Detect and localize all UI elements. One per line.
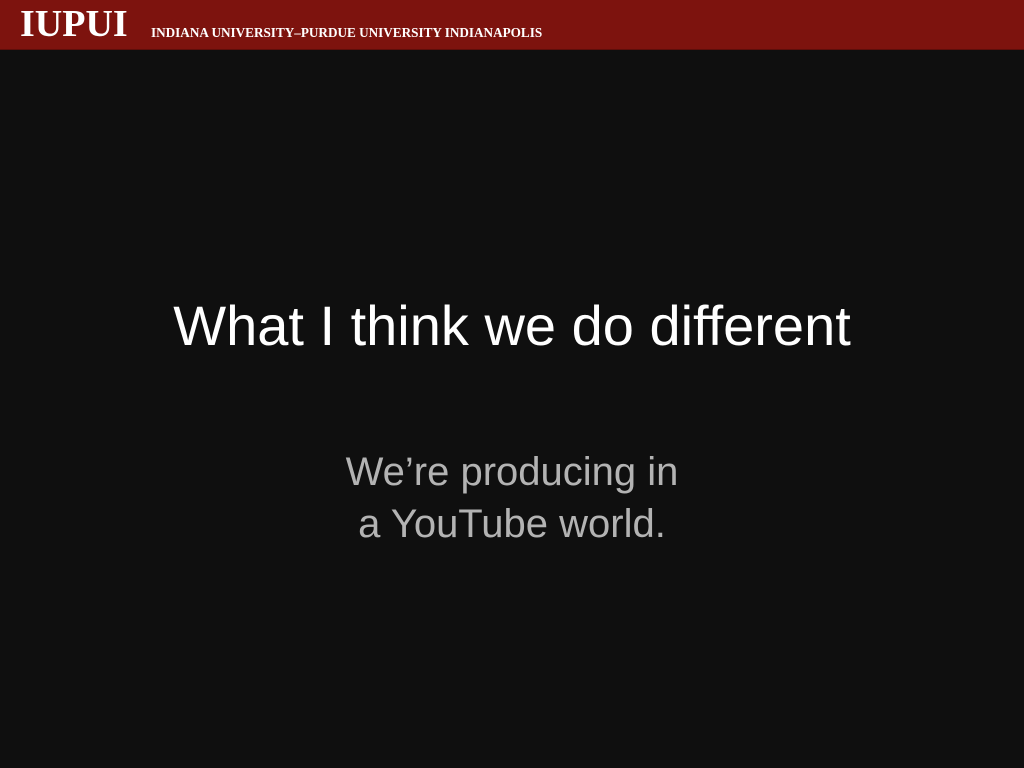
iupui-logo: IUPUI (20, 3, 128, 45)
slide-body: We’re producing in a YouTube world. (0, 446, 1024, 550)
body-line-1: We’re producing in (345, 450, 679, 494)
slide: IUPUI INDIANA UNIVERSITY–PURDUE UNIVERSI… (0, 0, 1024, 768)
header-bar: IUPUI INDIANA UNIVERSITY–PURDUE UNIVERSI… (0, 0, 1024, 50)
slide-title: What I think we do different (173, 294, 851, 357)
university-name: INDIANA UNIVERSITY–PURDUE UNIVERSITY IND… (151, 25, 543, 40)
body-line-2: a YouTube world. (358, 502, 666, 546)
